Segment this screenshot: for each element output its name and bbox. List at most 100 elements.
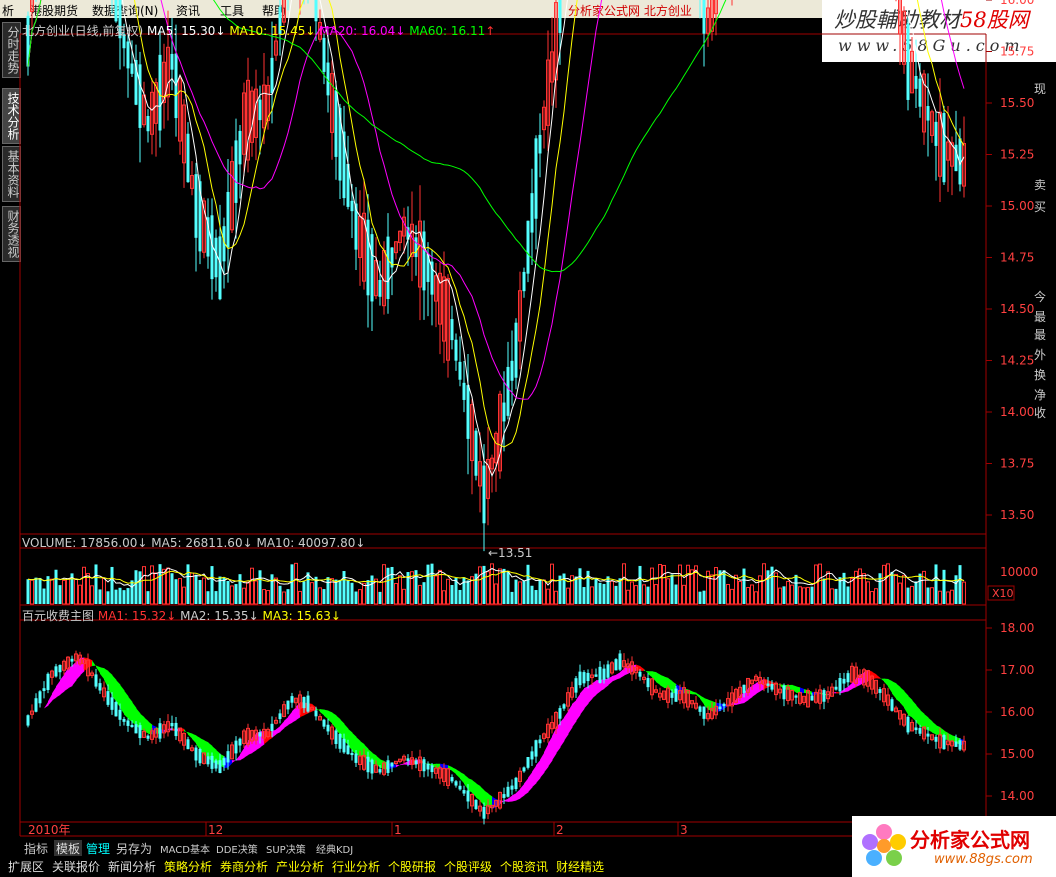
price-axis-label: 13.50 — [1000, 508, 1034, 522]
volume-bar-down — [598, 582, 602, 604]
candle-body-down — [466, 385, 470, 439]
volume-bar-down — [430, 563, 434, 604]
ind-candle-body-down — [742, 684, 746, 694]
ind-candle-body-down — [614, 659, 618, 671]
indicator-ribbon — [880, 677, 885, 682]
status-tab-quote[interactable]: 关联报价 — [52, 858, 100, 875]
tab-indicator[interactable]: 指标 — [24, 840, 48, 857]
status-tab-strategy[interactable]: 策略分析 — [164, 858, 212, 875]
indicator-axis-label: 15.00 — [1000, 747, 1034, 761]
volume-bar-down — [350, 582, 354, 604]
indicator-ribbon — [660, 674, 665, 689]
volume-bar-up — [750, 584, 754, 605]
ind-candle-body-down — [206, 756, 210, 765]
ind-candle-body-down — [198, 748, 202, 764]
status-tab-news[interactable]: 新闻分析 — [108, 858, 156, 875]
price-axis-label: 15.50 — [1000, 96, 1034, 110]
tab-manage[interactable]: 管理 — [86, 840, 110, 857]
indicator-ribbon — [516, 788, 521, 801]
volume-bar-up — [262, 589, 266, 605]
indicator-ribbon — [52, 686, 57, 701]
volume-bar-down — [574, 576, 578, 604]
volume-bar-up — [358, 589, 362, 605]
status-tab-industry-chain[interactable]: 产业分析 — [276, 858, 324, 875]
indicator-ribbon — [36, 712, 41, 717]
ind-candle-body-down — [290, 696, 294, 703]
volume-bar-down — [386, 567, 390, 604]
volume-bar-down — [422, 582, 426, 604]
indicator-ribbon — [844, 686, 849, 693]
tab-template[interactable]: 模板 — [54, 840, 83, 857]
volume-bar-up — [818, 563, 822, 605]
volume-bar-down — [306, 572, 310, 604]
volume-bar-up — [566, 587, 570, 605]
volume-bar-down — [54, 569, 58, 604]
volume-bar-up — [318, 587, 322, 605]
ind-candle-body-down — [354, 753, 358, 763]
ind-candle-body-down — [530, 751, 534, 760]
volume-bar-down — [206, 591, 210, 604]
volume-bar-up — [814, 564, 818, 605]
candle-body-down — [458, 361, 462, 380]
volume-bar-up — [266, 590, 270, 605]
volume-bar-up — [910, 585, 914, 605]
volume-bar-up — [550, 563, 554, 605]
volume-bar-down — [482, 565, 486, 604]
volume-bar-down — [338, 579, 342, 604]
tab-macd[interactable]: MACD基本 — [160, 841, 210, 856]
volume-bar-down — [822, 578, 826, 604]
ind-candle-body-down — [114, 702, 118, 717]
vol-ma5-arrow: ↓ — [242, 536, 253, 550]
status-tab-stock-news[interactable]: 个股资讯 — [500, 858, 548, 875]
status-tab-sector[interactable]: 行业分析 — [332, 858, 380, 875]
volume-bar-down — [126, 588, 130, 604]
right-label-net: 净 — [1034, 388, 1047, 402]
status-tab-broker[interactable]: 券商分析 — [220, 858, 268, 875]
candle-body-down — [526, 220, 530, 274]
status-tab-finance[interactable]: 财经精选 — [556, 858, 604, 875]
candle-body-down — [314, 0, 318, 22]
status-tab-rating[interactable]: 个股评级 — [444, 858, 492, 875]
tab-kdj[interactable]: 经典KDJ — [316, 841, 353, 856]
candle-body-down — [334, 90, 338, 157]
candle-body-down — [322, 37, 326, 72]
ind-candle-body-down — [238, 738, 242, 746]
tab-dde[interactable]: DDE决策 — [216, 841, 258, 856]
indicator-ribbon — [456, 769, 461, 779]
status-tab-extend[interactable]: 扩展区 — [8, 858, 44, 875]
ind-candle-body-down — [942, 735, 946, 750]
ind-candle-body-down — [210, 755, 214, 769]
volume-bar-down — [606, 576, 610, 604]
indicator-ribbon — [908, 695, 913, 718]
indicator-ribbon — [584, 685, 589, 709]
volume-bar-down — [194, 574, 198, 604]
price-axis-label: 14.25 — [1000, 354, 1034, 368]
volume-bar-down — [458, 589, 462, 604]
ind-candle-body-down — [822, 690, 826, 702]
indicator-ribbon — [284, 716, 289, 728]
ind-ma1-arrow: ↓ — [166, 609, 177, 623]
volume-bar-down — [210, 566, 214, 604]
ind-candle-body-down — [602, 668, 606, 680]
stock-chart[interactable]: 17.7517.5017.2517.0016.7516.5016.2516.00… — [0, 0, 1056, 877]
right-label-turnover: 换 — [1034, 368, 1047, 382]
price-axis-label: 14.50 — [1000, 302, 1034, 316]
tab-save-as[interactable]: 另存为 — [116, 840, 152, 857]
status-tab-research[interactable]: 个股研报 — [388, 858, 436, 875]
right-label-today: 今 — [1034, 290, 1047, 304]
volume-bar-down — [98, 589, 102, 604]
volume-bar-down — [594, 578, 598, 604]
ind-candle-body-down — [838, 678, 842, 692]
volume-bar-down — [638, 565, 642, 604]
indicator-ribbon — [88, 658, 93, 668]
candle-body-down — [234, 140, 238, 203]
volume-bar-down — [890, 571, 894, 604]
tab-sup[interactable]: SUP决策 — [266, 841, 306, 856]
ind-candle-body-down — [34, 698, 38, 712]
indicator-ribbon — [320, 709, 325, 716]
volume-bar-up — [758, 575, 762, 605]
indicator-ribbon — [128, 696, 133, 723]
volume-bar-up — [778, 587, 782, 605]
right-label-outer: 外 — [1034, 348, 1047, 362]
indicator-ribbon — [884, 678, 889, 687]
